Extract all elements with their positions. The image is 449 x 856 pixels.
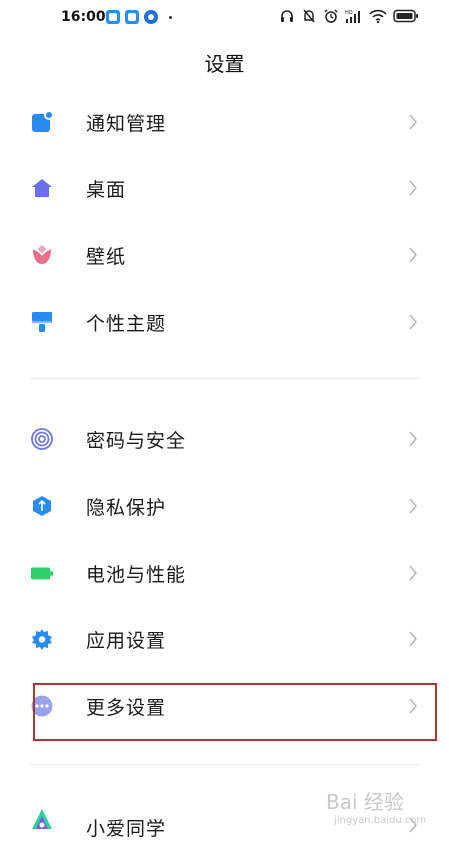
xiaoai-icon xyxy=(32,809,52,829)
watermark-sub: jingyan.baidu.com xyxy=(334,815,427,826)
tulip-icon xyxy=(33,245,51,264)
section-divider xyxy=(30,764,420,765)
settings-item-home[interactable]: 桌面 xyxy=(0,155,449,221)
alarm-icon xyxy=(324,9,338,23)
settings-item-app-settings[interactable]: 应用设置 xyxy=(0,606,449,672)
settings-item-password-security[interactable]: 密码与安全 xyxy=(0,406,449,472)
fingerprint-icon xyxy=(31,428,53,450)
more-notifications-dot xyxy=(169,15,172,19)
svg-text:HD: HD xyxy=(345,10,353,16)
settings-item-notification[interactable]: 通知管理 xyxy=(0,89,449,155)
app-square-icon xyxy=(125,10,139,24)
status-bar: 16:00 HD xyxy=(0,0,449,36)
chevron-right-icon xyxy=(409,247,417,263)
settings-item-label: 个性主题 xyxy=(86,313,167,335)
settings-item-privacy[interactable]: 隐私保护 xyxy=(0,473,449,539)
baidu-watermark: Bai 经验 jingyan.baidu.com xyxy=(326,786,426,826)
settings-item-theme[interactable]: 个性主题 xyxy=(0,289,449,355)
settings-item-label: 通知管理 xyxy=(86,113,167,135)
wifi-icon xyxy=(369,9,387,24)
settings-item-label: 桌面 xyxy=(86,179,127,201)
chevron-right-icon xyxy=(409,114,417,130)
mute-bell-icon xyxy=(303,9,315,23)
signal-icon: HD xyxy=(345,10,360,23)
section-divider xyxy=(30,378,420,379)
brush-icon xyxy=(32,312,52,332)
settings-item-label: 电池与性能 xyxy=(86,564,187,586)
settings-item-label: 隐私保护 xyxy=(86,497,167,519)
watermark-main: Bai 经验 xyxy=(326,790,404,814)
app-c-icon xyxy=(144,10,158,24)
chevron-right-icon xyxy=(409,565,417,581)
battery-icon xyxy=(31,567,53,580)
settings-item-label: 应用设置 xyxy=(86,630,167,652)
battery-icon xyxy=(393,9,418,23)
privacy-shield-icon xyxy=(33,496,51,516)
settings-item-label: 密码与安全 xyxy=(86,430,187,452)
status-time: 16:00 xyxy=(61,9,106,25)
notification-icon xyxy=(32,111,53,132)
chevron-right-icon xyxy=(409,631,417,647)
home-icon xyxy=(32,179,52,197)
chevron-right-icon xyxy=(409,314,417,330)
settings-item-battery-performance[interactable]: 电池与性能 xyxy=(0,540,449,606)
settings-item-label: 壁纸 xyxy=(86,246,127,268)
chevron-right-icon xyxy=(409,431,417,447)
chevron-right-icon xyxy=(409,180,417,196)
highlight-box xyxy=(33,683,437,741)
app-square-icon xyxy=(106,10,120,24)
settings-item-wallpaper[interactable]: 壁纸 xyxy=(0,222,449,288)
page-title: 设置 xyxy=(204,52,245,76)
gear-icon xyxy=(32,629,52,650)
chevron-right-icon xyxy=(409,498,417,514)
headset-icon xyxy=(281,10,293,22)
settings-item-label: 小爱同学 xyxy=(86,818,167,840)
